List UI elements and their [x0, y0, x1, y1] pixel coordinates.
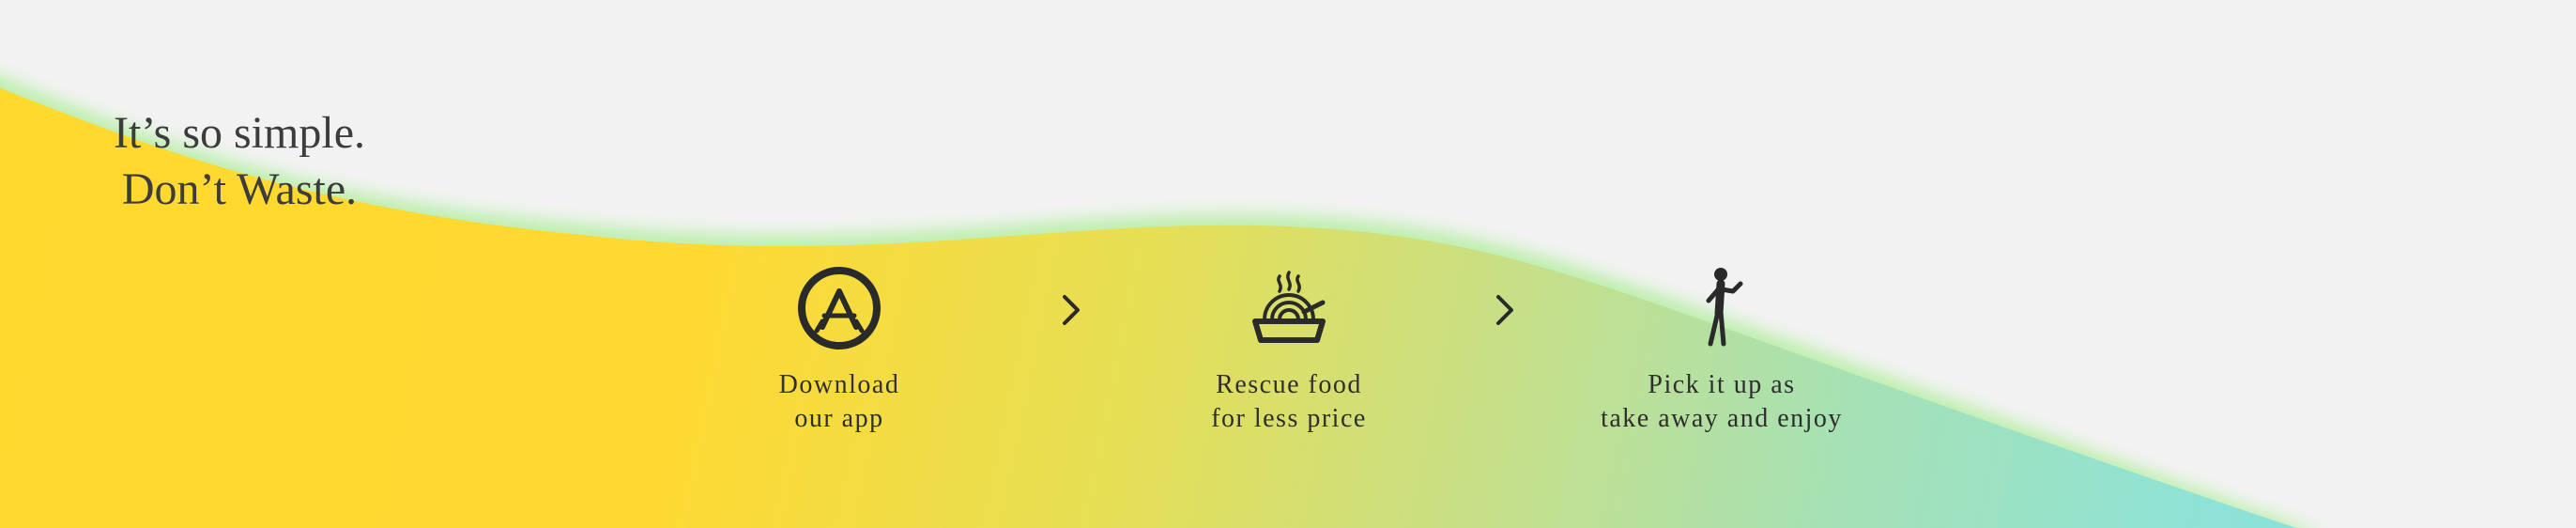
chevron-right-icon: [1496, 295, 1513, 325]
headline-line-2: Don’t Waste.: [121, 164, 358, 214]
step-caption: Pick it up as take away and enjoy: [1543, 368, 1900, 436]
walking-person-icon: [1706, 268, 1743, 347]
step-caption-line-1: Download: [778, 370, 900, 399]
step-caption-line-2: take away and enjoy: [1601, 404, 1843, 433]
headline: It’s so simple. Don’t Waste.: [56, 105, 422, 218]
headline-line-1: It’s so simple.: [113, 108, 365, 158]
food-bowl-icon: [1252, 271, 1326, 343]
hero-banner: It’s so simple. Don’t Waste. Download ou…: [0, 0, 2576, 528]
step-rescue-food: Rescue food for less price: [1111, 263, 1467, 436]
step-caption-line-1: Rescue food: [1216, 370, 1362, 399]
app-store-icon: [798, 267, 881, 349]
step-download-app: Download our app: [661, 263, 1018, 436]
step-caption-line-2: for less price: [1211, 404, 1367, 433]
chevron-right-icon: [1063, 295, 1080, 325]
step-caption: Download our app: [661, 368, 1018, 436]
step-caption-line-1: Pick it up as: [1648, 370, 1796, 399]
step-pick-up: Pick it up as take away and enjoy: [1543, 263, 1900, 436]
step-caption: Rescue food for less price: [1111, 368, 1467, 436]
step-caption-line-2: our app: [794, 404, 884, 433]
